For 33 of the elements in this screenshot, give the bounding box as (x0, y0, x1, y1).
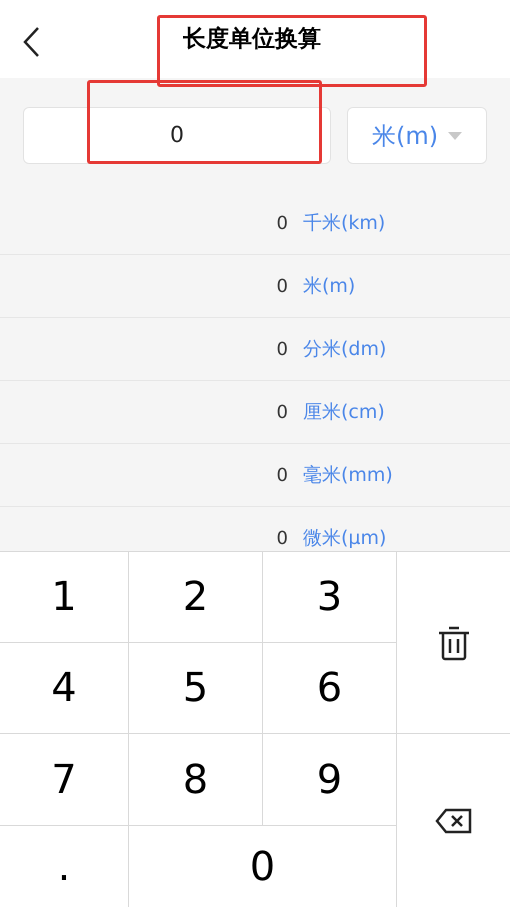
key-button[interactable]: 4 (0, 643, 128, 733)
result-value: 0 (276, 400, 288, 424)
key-button[interactable]: 1 (0, 552, 128, 642)
page-title: 长度单位换算 (183, 28, 321, 51)
unit-label: 千米(km) (303, 210, 386, 236)
key-button[interactable]: 5 (129, 643, 262, 733)
key-button[interactable]: 3 (263, 552, 396, 642)
result-value: 0 (276, 338, 288, 362)
caret-icon (448, 132, 462, 140)
unit-label: 分米(dm) (303, 336, 386, 362)
unit-label: 厘米(cm) (303, 400, 385, 425)
unit-label: 米(m) (303, 274, 356, 299)
key-button[interactable]: 8 (129, 734, 262, 825)
key-button[interactable]: 0 (129, 826, 396, 907)
trash-icon (436, 624, 470, 660)
number-input[interactable]: 0 (23, 107, 332, 164)
clear-button[interactable] (397, 552, 510, 733)
key-button[interactable]: 9 (263, 734, 396, 825)
result-value: 0 (276, 464, 288, 488)
key-button[interactable]: . (0, 826, 128, 907)
unit-label: 毫米(mm) (303, 462, 393, 488)
result-value: 0 (276, 212, 288, 236)
backspace-button[interactable] (397, 734, 510, 907)
back-button[interactable] (22, 26, 40, 58)
key-button[interactable]: 7 (0, 734, 128, 825)
back-icon (22, 26, 40, 58)
unit-label: 微米(μm) (303, 526, 386, 551)
result-value: 0 (276, 526, 288, 550)
backspace-icon (434, 808, 472, 834)
key-button[interactable]: 6 (263, 643, 396, 733)
key-button[interactable]: 2 (129, 552, 262, 642)
result-value: 0 (276, 274, 288, 298)
unit-dropdown[interactable]: 米(m) (347, 107, 487, 164)
